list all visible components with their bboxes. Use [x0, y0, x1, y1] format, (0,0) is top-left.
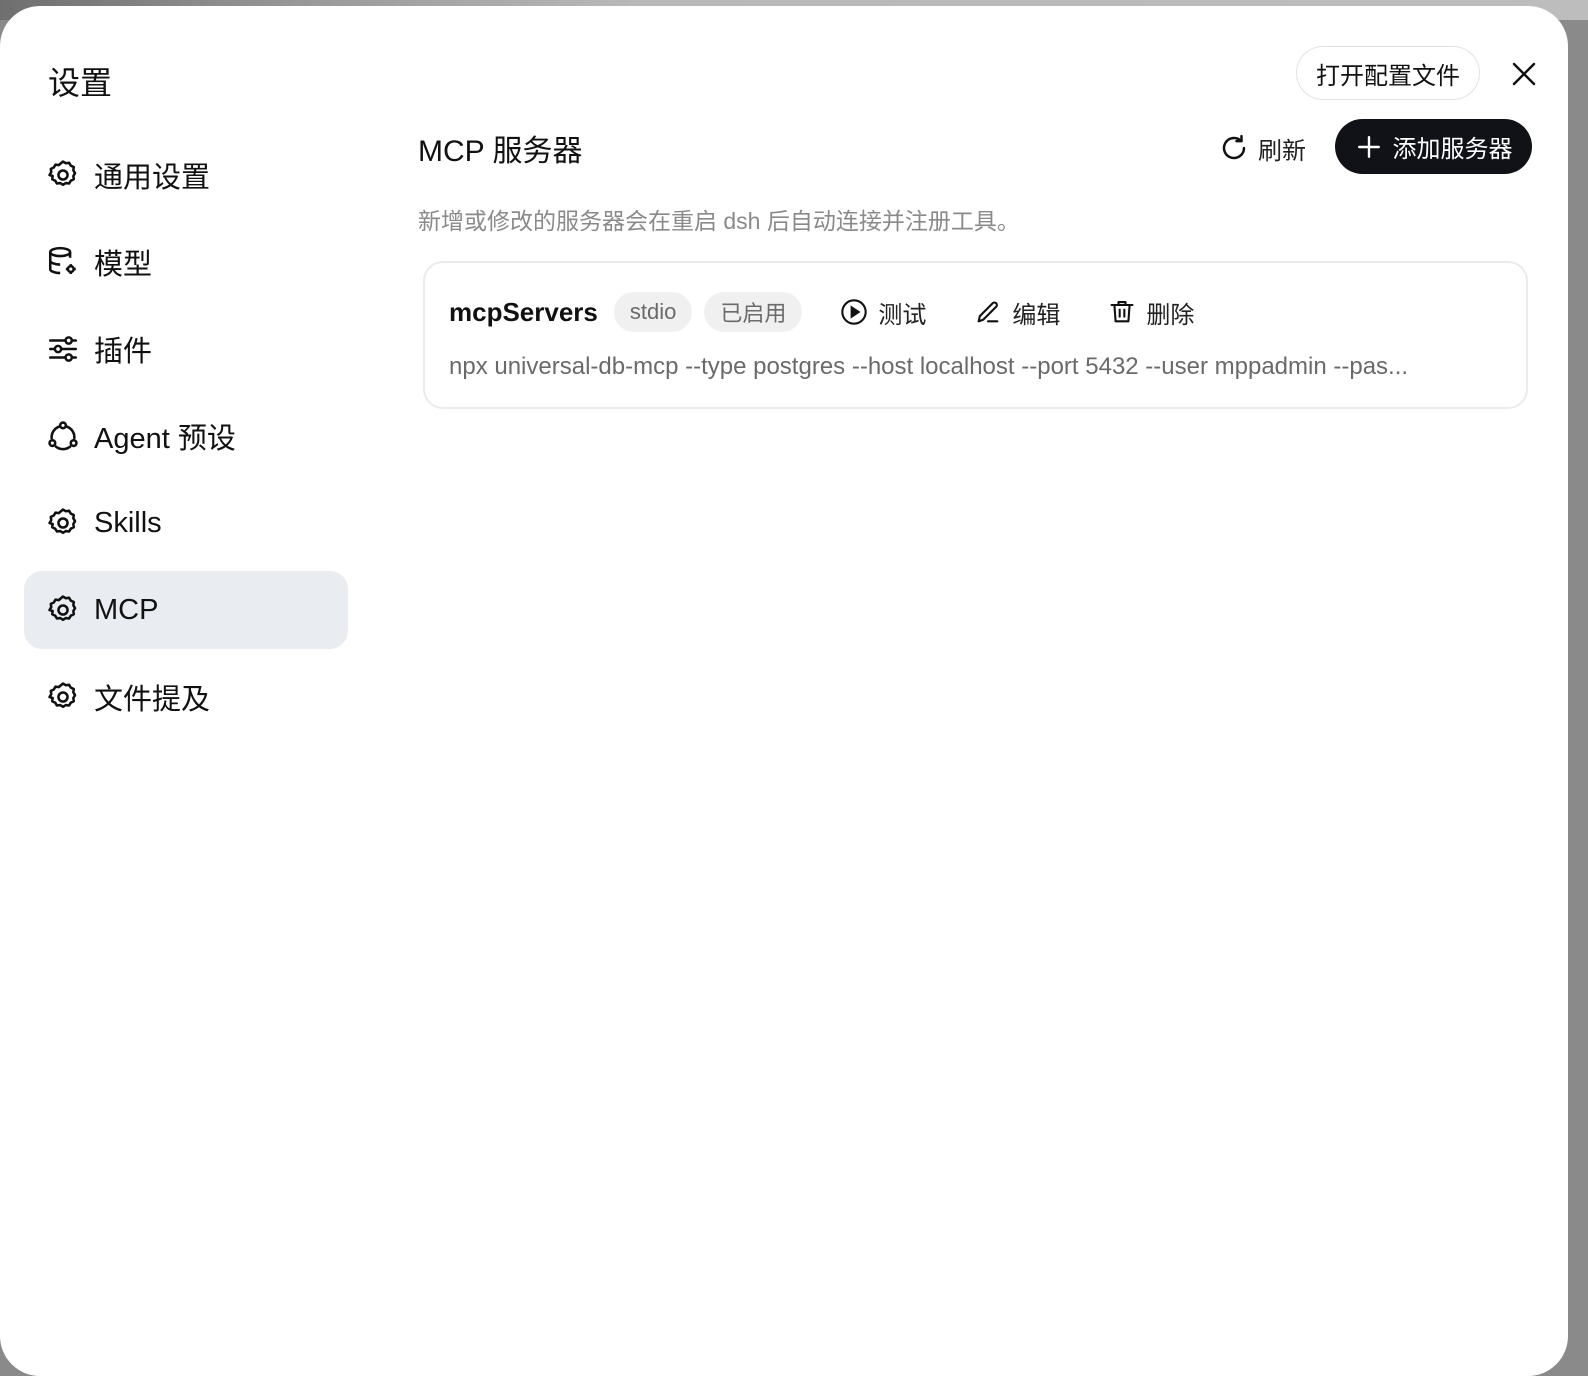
workflow-icon [46, 419, 80, 453]
add-server-button[interactable]: 添加服务器 [1335, 119, 1532, 174]
status-badge: 已启用 [704, 292, 803, 332]
sidebar-item-label: MCP [94, 593, 159, 626]
sidebar-item-label: 文件提及 [94, 684, 211, 716]
edit-label: 编辑 [1012, 301, 1061, 329]
add-server-label: 添加服务器 [1392, 136, 1513, 163]
database-gear-icon [46, 245, 80, 279]
edit-button[interactable]: 编辑 [974, 295, 1060, 330]
section-description: 新增或修改的服务器会在重启 dsh 后自动连接并注册工具。 [418, 208, 1020, 234]
sidebar-item-file-mentions[interactable]: 文件提及 [24, 658, 348, 736]
close-button[interactable] [1504, 54, 1544, 94]
sidebar-item-label: Skills [94, 506, 162, 539]
pencil-icon [974, 298, 1002, 326]
dialog-title: 设置 [48, 65, 113, 101]
sidebar-item-label: 模型 [94, 249, 153, 281]
sidebar-item-skills[interactable]: Skills [24, 484, 348, 562]
sidebar-item-plugins[interactable]: 插件 [24, 310, 348, 388]
sidebar-item-general[interactable]: 通用设置 [24, 136, 348, 214]
sidebar-item-label: 插件 [94, 336, 153, 368]
gear-icon [46, 593, 80, 627]
sliders-icon [46, 332, 80, 366]
play-circle-icon [840, 298, 868, 326]
trash-icon [1108, 298, 1136, 326]
test-label: 测试 [878, 301, 927, 329]
sidebar-item-mcp[interactable]: MCP [24, 571, 348, 649]
gear-icon [46, 506, 80, 540]
server-card-header: mcpServers stdio 已启用 测试 编辑 删除 [449, 291, 1216, 333]
gear-icon [46, 680, 80, 714]
plus-icon [1355, 133, 1383, 161]
open-config-button[interactable]: 打开配置文件 [1296, 46, 1480, 100]
delete-label: 删除 [1146, 301, 1195, 329]
test-button[interactable]: 测试 [840, 295, 926, 330]
settings-dialog: 设置 打开配置文件 通用设置 模型 插件 Agent 预设 Skills MCP… [0, 6, 1568, 1376]
close-icon [1512, 62, 1536, 86]
transport-badge: stdio [613, 292, 693, 332]
page-title: MCP 服务器 [418, 135, 583, 168]
refresh-icon [1218, 132, 1250, 164]
refresh-label: 刷新 [1258, 137, 1306, 165]
refresh-button[interactable]: 刷新 [1218, 126, 1306, 170]
sidebar-item-label: Agent 预设 [94, 423, 236, 455]
delete-button[interactable]: 删除 [1108, 295, 1194, 330]
gear-icon [46, 158, 80, 192]
sidebar-item-agent-presets[interactable]: Agent 预设 [24, 397, 348, 475]
server-command: npx universal-db-mcp --type postgres --h… [449, 353, 1409, 380]
server-name: mcpServers [449, 296, 598, 327]
sidebar-item-label: 通用设置 [94, 162, 211, 194]
server-card: mcpServers stdio 已启用 测试 编辑 删除 npx univer… [423, 261, 1528, 409]
sidebar-item-models[interactable]: 模型 [24, 223, 348, 301]
settings-sidebar: 通用设置 模型 插件 Agent 预设 Skills MCP 文件提及 [24, 136, 348, 745]
